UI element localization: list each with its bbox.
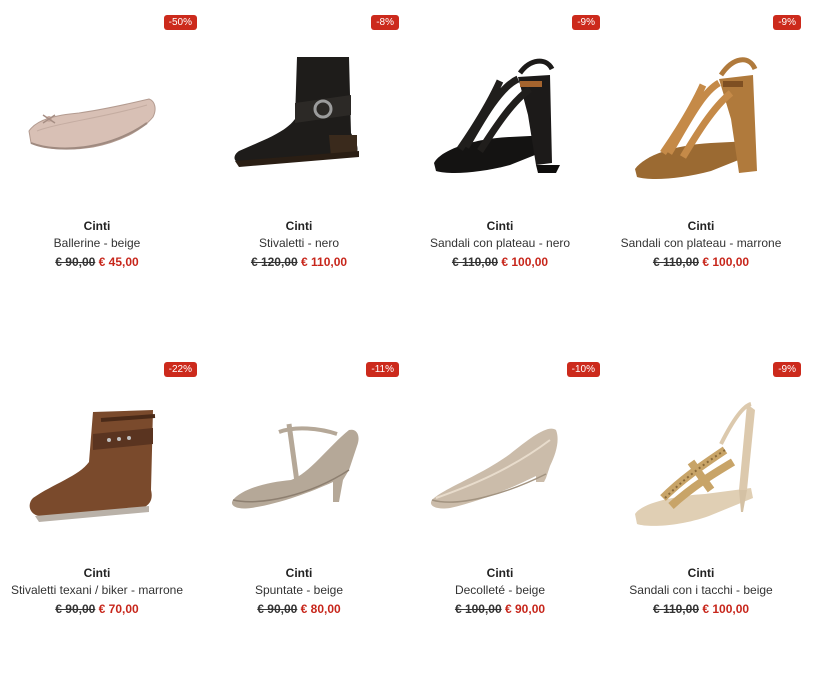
product-name: Sandali con plateau - marrone: [620, 236, 782, 250]
sale-price: € 70,00: [98, 602, 139, 616]
sale-price: € 90,00: [505, 602, 546, 616]
t-strap-shoe-icon[interactable]: [199, 370, 399, 560]
product-card[interactable]: -22% Cinti Stivaletti texani / biker - m…: [0, 362, 197, 662]
old-price: € 90,00: [55, 255, 96, 269]
sale-price: € 100,00: [501, 255, 549, 269]
product-name: Decolleté - beige: [454, 583, 546, 597]
product-price: € 100,00 € 90,00: [400, 602, 600, 616]
sale-price: € 80,00: [300, 602, 341, 616]
product-card[interactable]: -9% Cinti Sandali con plateau - nero € 1…: [400, 15, 600, 315]
product-name: Sandali con plateau - nero: [429, 236, 571, 250]
product-brand: Cinti: [83, 566, 111, 580]
old-price: € 120,00: [250, 255, 298, 269]
sale-price: € 110,00: [301, 255, 348, 269]
product-name: Sandali con i tacchi - beige: [629, 583, 773, 597]
product-price: € 120,00 € 110,00: [199, 255, 399, 269]
heel-sandal-icon[interactable]: [601, 370, 801, 560]
product-price: € 90,00 € 45,00: [0, 255, 197, 269]
product-brand: Cinti: [486, 219, 514, 233]
product-brand: Cinti: [687, 566, 715, 580]
product-card[interactable]: -50% Cinti Ballerine - beige € 90,00 € 4…: [0, 15, 197, 315]
product-brand: Cinti: [285, 566, 313, 580]
product-price: € 110,00 € 100,00: [601, 255, 801, 269]
product-brand: Cinti: [687, 219, 715, 233]
product-price: € 110,00 € 100,00: [601, 602, 801, 616]
product-card[interactable]: -9% Cinti Sandali con i tacchi - beige €…: [601, 362, 801, 662]
old-price: € 90,00: [257, 602, 298, 616]
old-price: € 110,00: [652, 255, 699, 269]
product-price: € 110,00 € 100,00: [400, 255, 600, 269]
old-price: € 110,00: [652, 602, 699, 616]
ballerina-shoe-icon[interactable]: [0, 23, 197, 213]
product-name: Stivaletti texani / biker - marrone: [10, 583, 184, 597]
product-name: Spuntate - beige: [254, 583, 344, 597]
biker-boot-icon[interactable]: [0, 370, 197, 560]
product-name: Stivaletti - nero: [258, 236, 340, 250]
platform-sandal-icon[interactable]: [400, 23, 600, 213]
old-price: € 90,00: [55, 602, 96, 616]
sale-price: € 100,00: [702, 255, 750, 269]
product-card[interactable]: -11% Cinti Spuntate - beige € 90,00 € 80…: [199, 362, 399, 662]
product-card[interactable]: -10% Cinti Decolleté - beige € 100,00 € …: [400, 362, 600, 662]
sale-price: € 100,00: [702, 602, 750, 616]
product-price: € 90,00 € 80,00: [199, 602, 399, 616]
old-price: € 110,00: [451, 255, 498, 269]
product-card[interactable]: -9% Cinti Sandali con plateau - marrone …: [601, 15, 801, 315]
product-brand: Cinti: [486, 566, 514, 580]
product-grid: -50% Cinti Ballerine - beige € 90,00 € 4…: [0, 0, 833, 674]
product-name: Ballerine - beige: [53, 236, 141, 250]
product-brand: Cinti: [83, 219, 111, 233]
sale-price: € 45,00: [98, 255, 139, 269]
ankle-boot-icon[interactable]: [199, 23, 399, 213]
old-price: € 100,00: [454, 602, 502, 616]
product-price: € 90,00 € 70,00: [0, 602, 197, 616]
product-brand: Cinti: [285, 219, 313, 233]
pump-shoe-icon[interactable]: [400, 370, 600, 560]
platform-sandal-icon[interactable]: [601, 23, 801, 213]
product-card[interactable]: -8% Cinti Stivaletti - nero € 120,00 € 1…: [199, 15, 399, 315]
